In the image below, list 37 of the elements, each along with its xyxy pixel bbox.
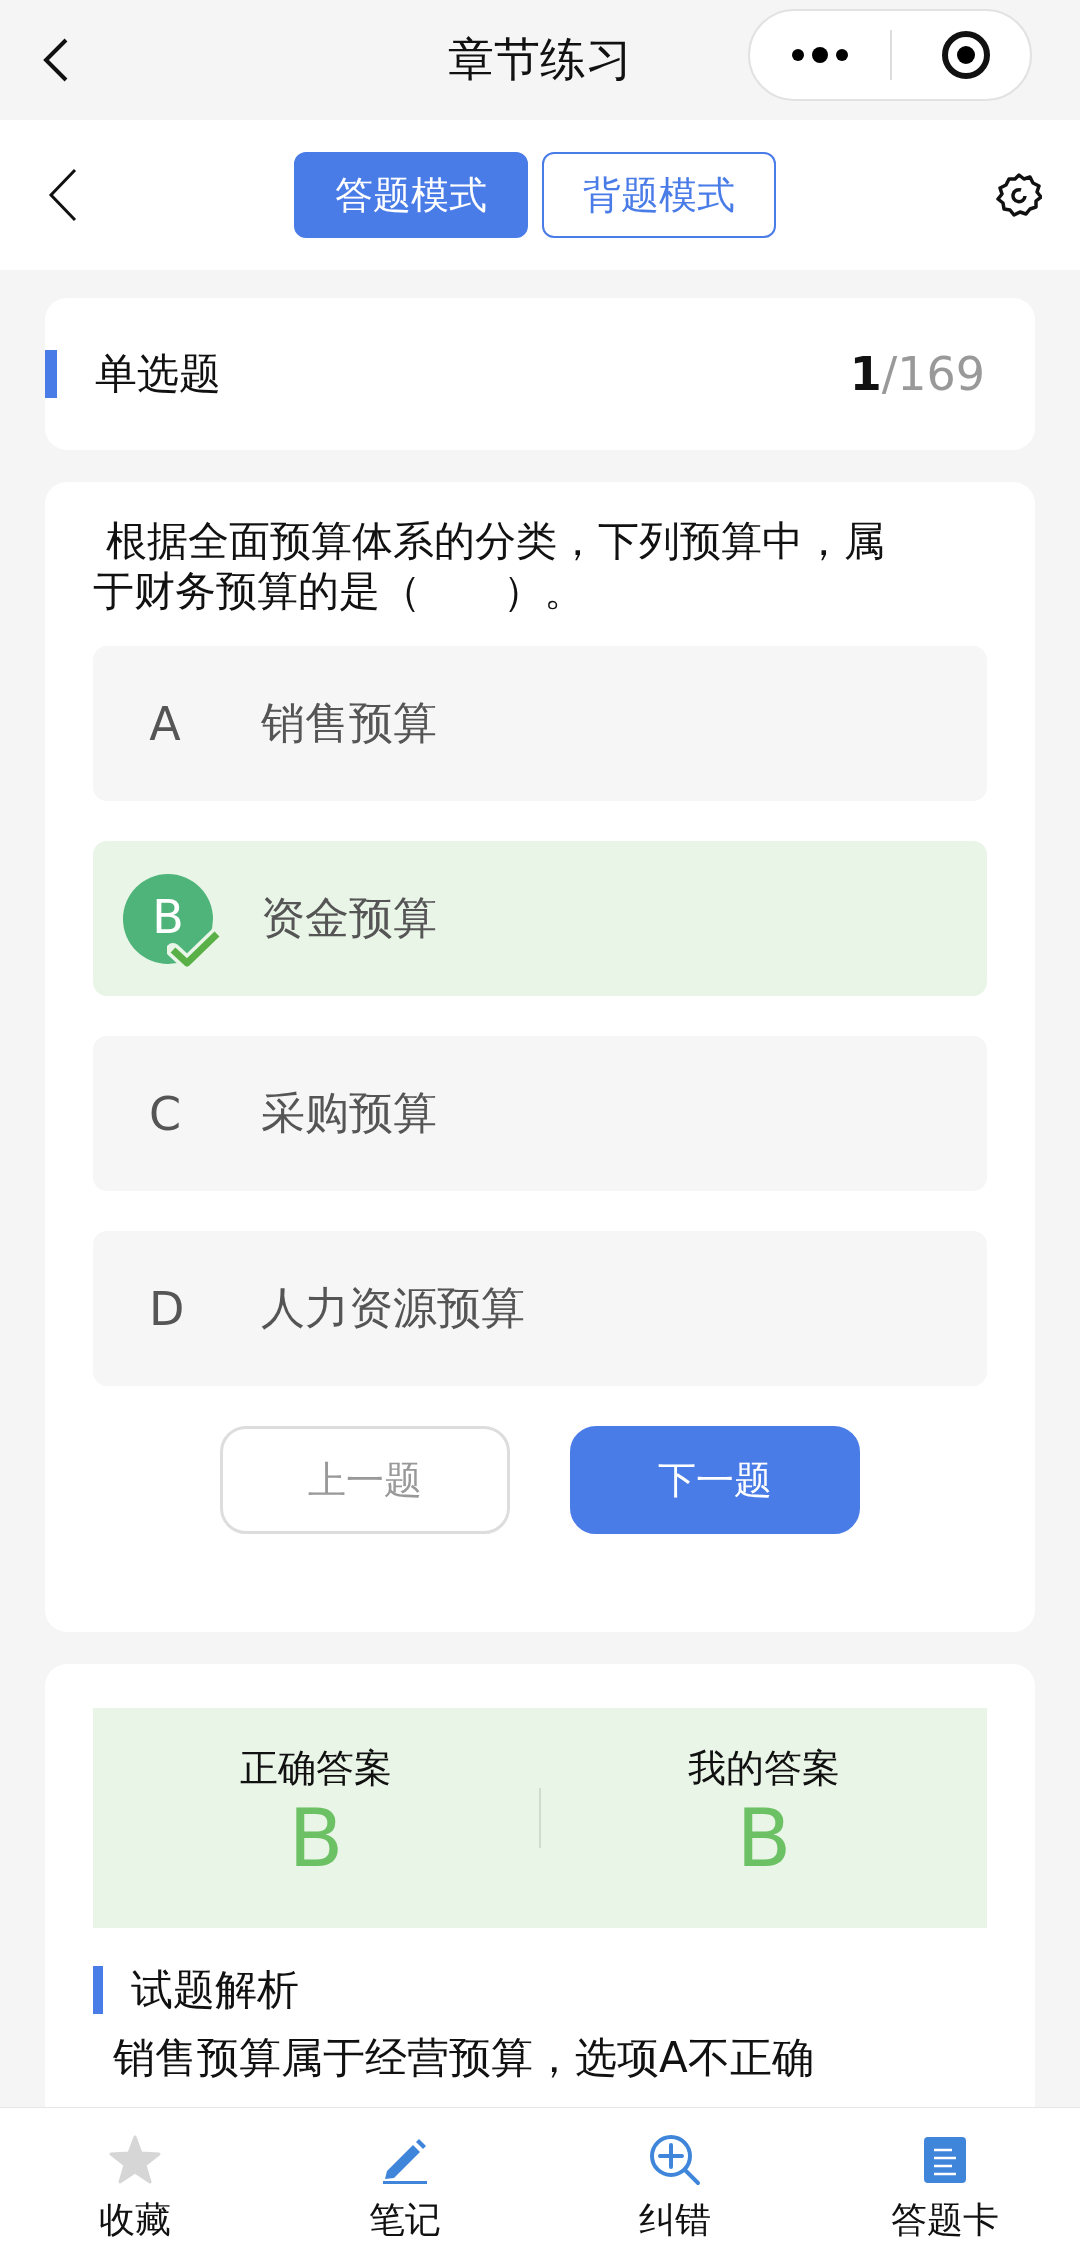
answer-option[interactable]: B 资金预算 [93,841,987,996]
option-text: 销售预算 [261,696,437,750]
correct-answer: B [288,1793,344,1884]
option-text: 人力资源预算 [261,1281,525,1335]
next-button[interactable]: 下一题 [570,1426,860,1534]
settings-icon[interactable] [996,172,1042,218]
question-counter: 1/169 [849,347,985,401]
tab-bar-item[interactable]: 收藏 [0,2108,270,2257]
answer-option[interactable]: D 人力资源预算 [93,1231,987,1386]
answer-option[interactable]: C 采购预算 [93,1036,987,1191]
option-letter: B [123,873,213,964]
more-icon[interactable] [790,47,850,63]
tab-bar-item[interactable]: 纠错 [540,2108,810,2257]
tab-bar-item[interactable]: 答题卡 [810,2108,1080,2257]
question-type: 单选题 [95,348,222,400]
analysis-text: 销售预算属于经营预算，选项A不正确 [113,2034,815,2082]
option-letter: D [149,1281,181,1336]
document-icon [922,2135,968,2185]
option-letter: A [149,696,181,751]
close-icon[interactable] [940,29,992,81]
answer-label: 我的答案 [688,1744,840,1792]
answer-option[interactable]: A 销售预算 [93,646,987,801]
mode-tab[interactable]: 背题模式 [542,152,776,238]
back-icon[interactable] [48,167,78,223]
option-text: 资金预算 [261,891,437,945]
zoom-in-icon [647,2132,703,2188]
page-title: 章节练习 [448,31,632,88]
question-text: 根据全面预算体系的分类，下列预算中，属于财务预算的是（ ）。 [93,516,887,616]
option-text: 采购预算 [261,1086,437,1140]
accent-bar [45,350,57,398]
answer-label: 正确答案 [240,1744,392,1792]
accent-bar [93,1966,103,2014]
mode-tab[interactable]: 答题模式 [294,152,528,238]
option-letter: C [149,1086,181,1141]
my-answer: B [736,1793,792,1884]
section-title: 试题解析 [131,1964,299,2016]
tab-bar-item[interactable]: 笔记 [270,2108,540,2257]
